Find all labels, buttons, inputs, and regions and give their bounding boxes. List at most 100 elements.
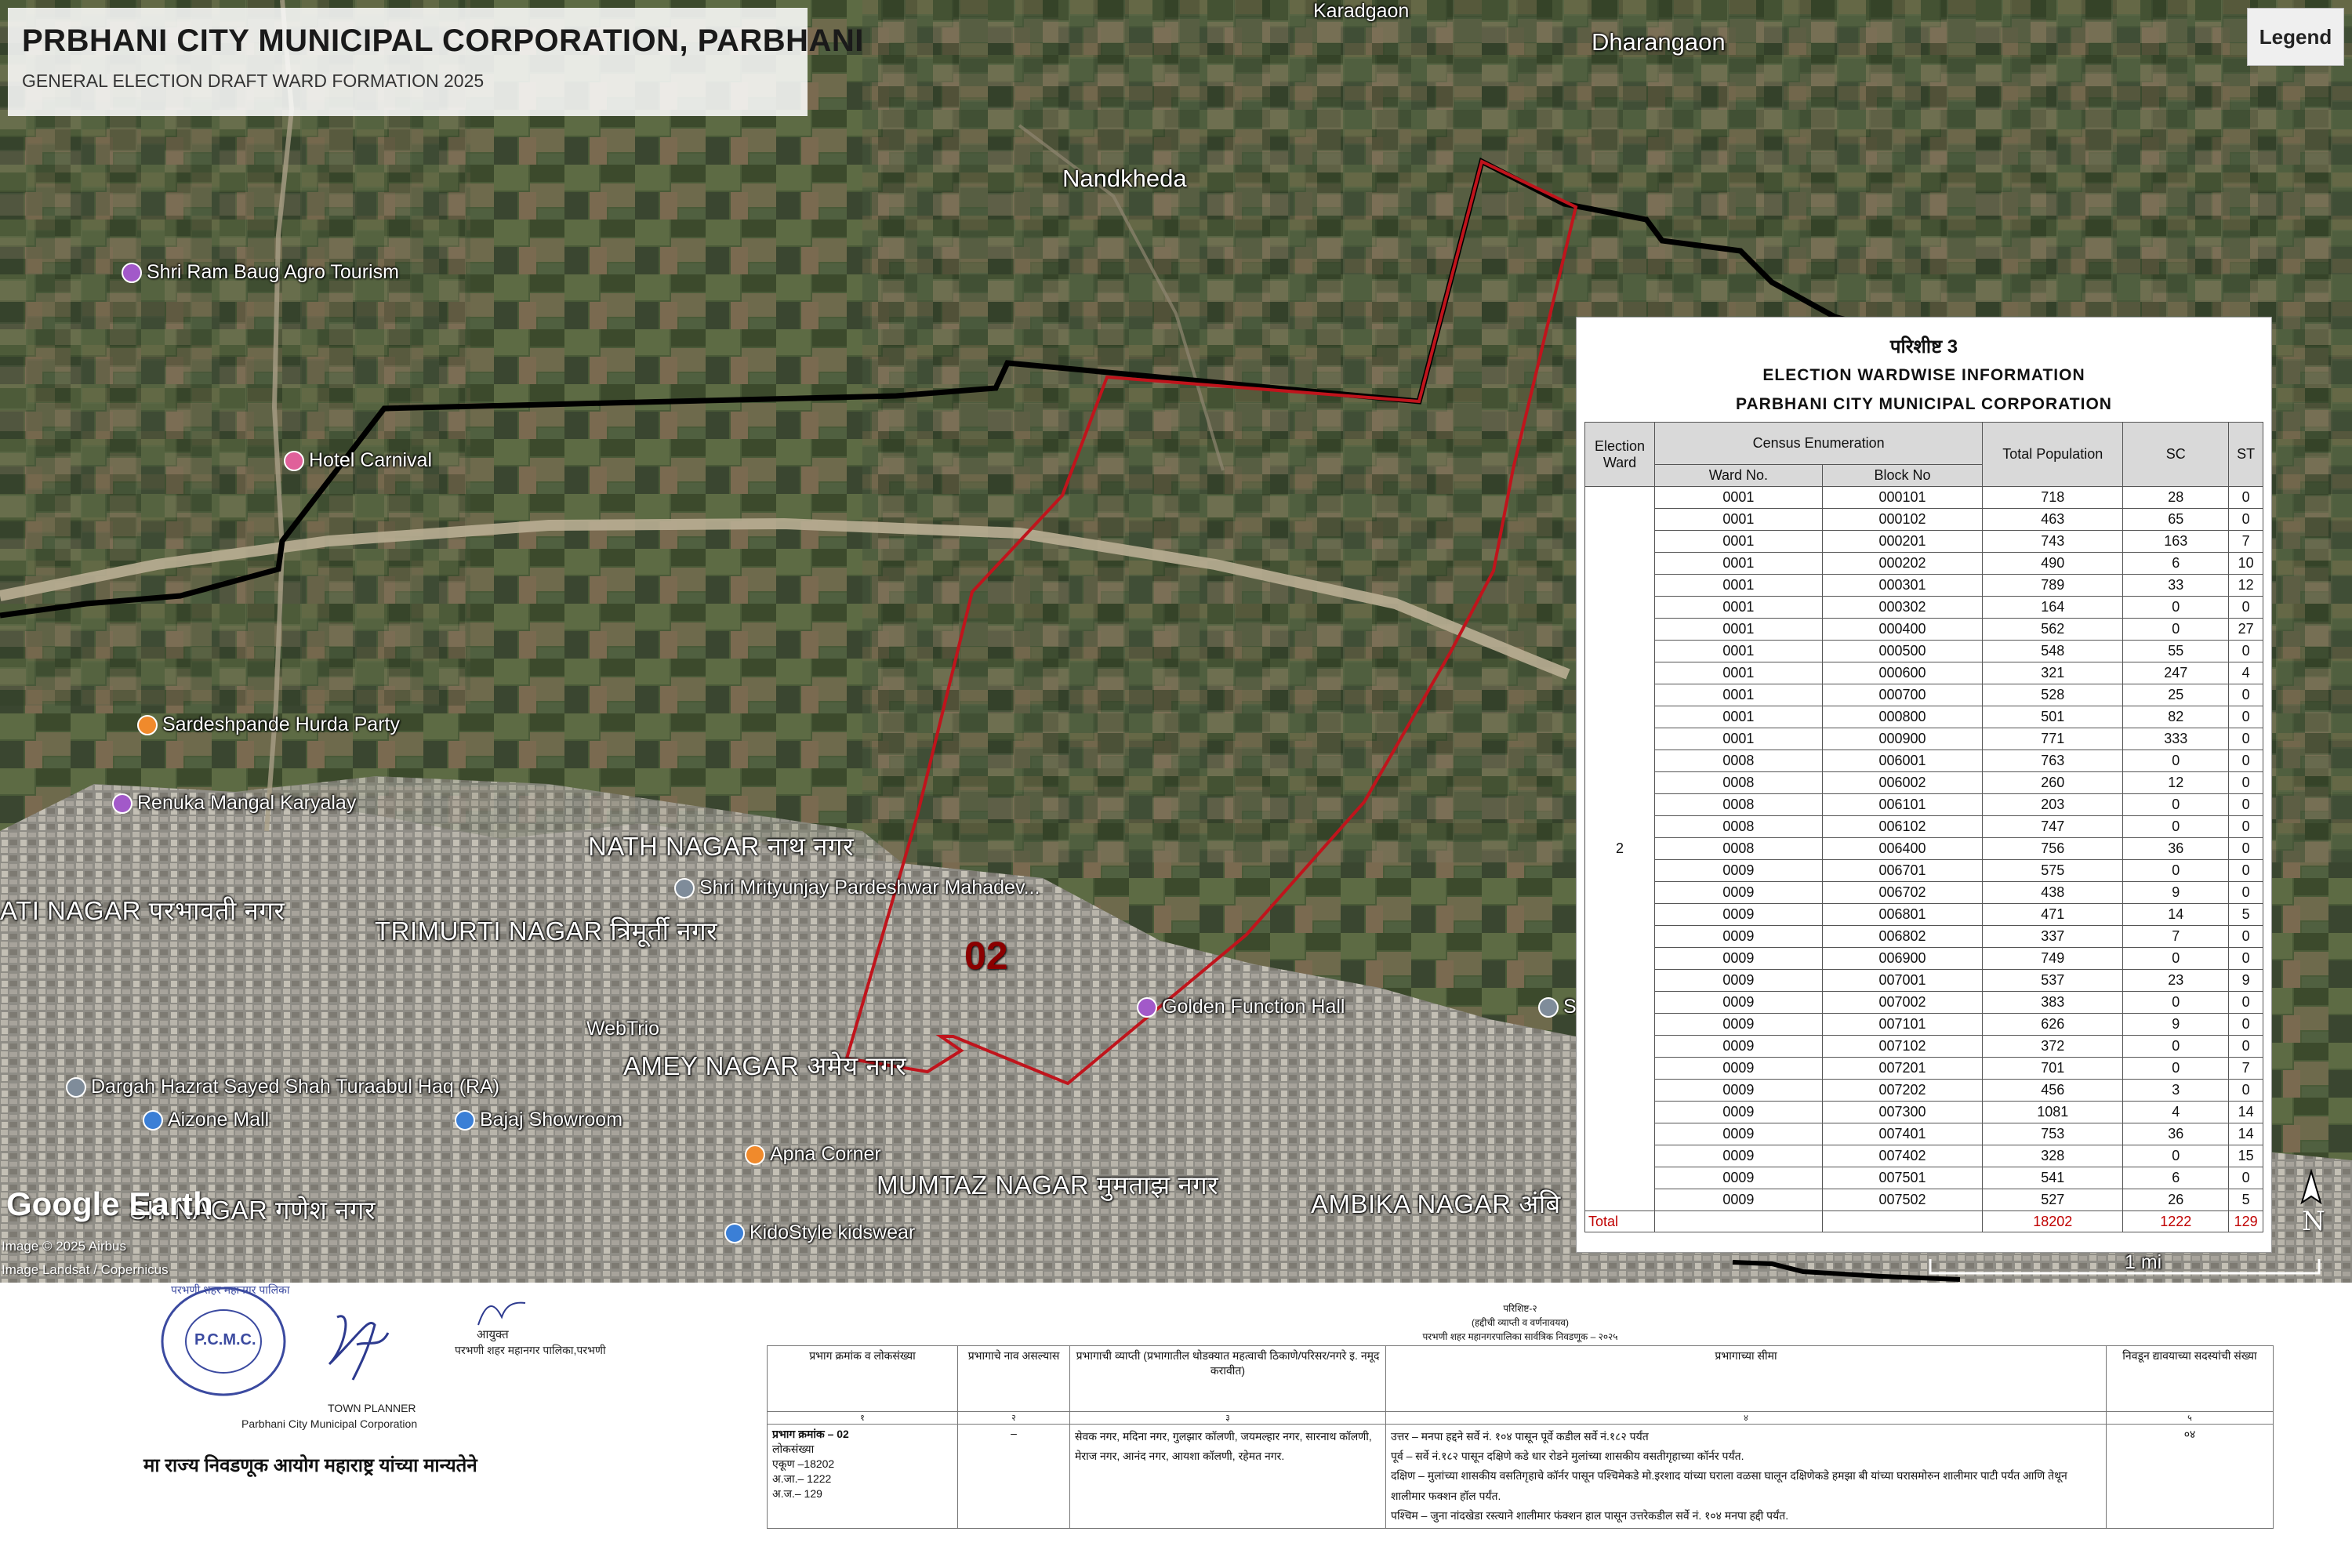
poi-aizone[interactable]: Aizone Mall [143, 1109, 269, 1131]
total-population-cell: 18202 [1982, 1210, 2124, 1232]
col-ward-extent: प्रभागाची व्याप्ती (प्रभागातील थोडक्यात … [1069, 1345, 1386, 1412]
ward-no-cell: 0009 [1654, 903, 1823, 926]
food-icon [137, 715, 158, 736]
ward-info-row: 0001 000301 789 33 12 [1585, 574, 2263, 597]
info-heading-marathi: परिशीष्ट 3 [1889, 336, 1958, 358]
corporation-seal: P.C.M.C. परभणी शहर महानगर पालिका [157, 1283, 290, 1400]
population-cell: 541 [1982, 1167, 2124, 1189]
col-number: १ [767, 1411, 958, 1425]
poi-bajaj[interactable]: Bajaj Showroom [455, 1109, 622, 1131]
ward-info-row: 0009 007102 372 0 0 [1585, 1035, 2263, 1058]
satellite-map[interactable]: PRBHANI CITY MUNICIPAL CORPORATION, PARB… [0, 0, 2352, 1283]
block-no-cell: 007201 [1821, 1057, 1984, 1080]
area-label-parbhavati: ATI NAGAR परभावती नगर [0, 896, 285, 925]
legend-button[interactable]: Legend [2247, 8, 2344, 66]
scale-bar: 1 mi [1929, 1251, 2321, 1278]
population-cell: 747 [1982, 815, 2124, 838]
info-heading-1: ELECTION WARDWISE INFORMATION [1762, 366, 2085, 384]
sc-cell: 333 [2122, 728, 2230, 750]
st-cell: 0 [2228, 706, 2263, 728]
st-cell: 0 [2228, 815, 2263, 838]
st-cell: 0 [2228, 508, 2263, 531]
population-cell: 749 [1982, 947, 2124, 970]
block-no-cell: 006400 [1821, 837, 1984, 860]
ward-info-row: 0008 006002 260 12 0 [1585, 771, 2263, 794]
population-cell: 321 [1982, 662, 2124, 684]
population-cell: 164 [1982, 596, 2124, 619]
block-no-cell: 007501 [1821, 1167, 1984, 1189]
ward-heading: प्रभाग क्रमांक – 02 [772, 1428, 849, 1440]
st-cell: 0 [2228, 1167, 2263, 1189]
sc-cell: 3 [2122, 1079, 2230, 1102]
block-no-cell: 006001 [1821, 750, 1984, 772]
block-no-cell: 006102 [1821, 815, 1984, 838]
poi-apna[interactable]: Apna Corner [745, 1143, 881, 1166]
population-cell: 626 [1982, 1013, 2124, 1036]
ward-info-row: 0009 007001 537 23 9 [1585, 969, 2263, 992]
area-label-ambika: AMBIKA NAGAR अंबि [1311, 1189, 1561, 1218]
sc-cell: 9 [2122, 1013, 2230, 1036]
poi-golden[interactable]: Golden Function Hall [1137, 996, 1345, 1018]
boundary-north: उत्तर – मनपा हद्दने सर्वे नं. १०४ पासून … [1391, 1430, 1649, 1443]
poi-sardeshpande[interactable]: Sardeshpande Hurda Party [137, 713, 400, 736]
population-cell: 463 [1982, 508, 2124, 531]
ward-info-row: 0009 007202 456 3 0 [1585, 1079, 2263, 1102]
st-cell: 0 [2228, 859, 2263, 882]
block-no-cell: 000500 [1821, 640, 1984, 662]
col-st: ST [2228, 422, 2263, 487]
ward-extent-cell: सेवक नगर, मदिना नगर, गुलझार कॉलणी, जयमल्… [1069, 1424, 1386, 1529]
ward-no-cell: 0009 [1654, 1167, 1823, 1189]
ward-info-row: 0009 006900 749 0 0 [1585, 947, 2263, 970]
block-no-cell: 007102 [1821, 1035, 1984, 1058]
poi-webtrio[interactable]: WebTrio [586, 1018, 659, 1040]
ward-no-cell: 0009 [1654, 925, 1823, 948]
poi-label: Dargah Hazrat Sayed Shah Turaabul Haq (R… [91, 1076, 500, 1098]
area-label-amey: AMEY NAGAR अमेय नगर [623, 1051, 907, 1080]
population-cell: 527 [1982, 1189, 2124, 1211]
block-no-cell: 000101 [1821, 486, 1984, 509]
st-cell: 0 [2228, 728, 2263, 750]
col-ward-no: Ward No. [1654, 464, 1823, 487]
sc-cell: 0 [2122, 991, 2230, 1014]
hotel-icon [284, 451, 304, 472]
poi-kidostyle[interactable]: KidoStyle kidswear [724, 1221, 915, 1244]
poi-renuka[interactable]: Renuka Mangal Karyalay [112, 792, 356, 815]
population-cell: 701 [1982, 1057, 2124, 1080]
col-election-ward: Election Ward [1584, 422, 1655, 487]
col-ward-boundaries: प्रभागाच्या सीमा [1385, 1345, 2107, 1412]
st-cell: 5 [2228, 903, 2263, 926]
population-cell: 337 [1982, 925, 2124, 948]
shop-icon [724, 1223, 745, 1244]
st-cell: 7 [2228, 530, 2263, 553]
shop-icon [143, 1110, 163, 1131]
ward-info-total-row: Total 18202 1222 129 [1584, 1210, 2263, 1232]
poi-dargah[interactable]: Dargah Hazrat Sayed Shah Turaabul Haq (R… [66, 1076, 499, 1098]
ward-info-table: Election Ward Census Enumeration Total P… [1584, 422, 2263, 1232]
ward-no-cell: 0009 [1654, 1145, 1823, 1167]
ward-no-cell: 0008 [1654, 793, 1823, 816]
ward-no-cell: 0009 [1654, 1189, 1823, 1211]
st-cell: 9 [2228, 969, 2263, 992]
ward-info-row: 0009 007201 701 0 7 [1585, 1057, 2263, 1080]
election-ward-cell: 2 [1584, 486, 1655, 1211]
col-ward-population: प्रभाग क्रमांक व लोकसंख्या [767, 1345, 958, 1412]
ward-info-row: 0001 000202 490 6 10 [1585, 552, 2263, 575]
imagery-credit: Image © 2025 Airbus [2, 1239, 127, 1254]
sc-cell: 55 [2122, 640, 2230, 662]
st-cell: 12 [2228, 574, 2263, 597]
area-label-trimurti: TRIMURTI NAGAR त्रिमूर्ती नगर [375, 916, 718, 946]
ward-info-row: 0001 000700 528 25 0 [1585, 684, 2263, 706]
poi-hotel-carnival[interactable]: Hotel Carnival [284, 449, 432, 472]
ward-info-row: 0001 000400 562 0 27 [1585, 618, 2263, 641]
population-cell: 328 [1982, 1145, 2124, 1167]
poi-shri-ram-baug[interactable]: Shri Ram Baug Agro Tourism [122, 261, 399, 284]
sc-cell: 36 [2122, 837, 2230, 860]
ward-no-cell: 0009 [1654, 991, 1823, 1014]
food-icon [745, 1145, 765, 1166]
sc-cell: 65 [2122, 508, 2230, 531]
ward-no-cell: 0001 [1654, 640, 1823, 662]
poi-mrityunjay[interactable]: Shri Mrityunjay Pardeshwar Mahadev... [674, 877, 1040, 899]
population-cell: 548 [1982, 640, 2124, 662]
population-cell: 438 [1982, 881, 2124, 904]
population-sc: अ.जा.– 1222 [772, 1472, 832, 1485]
